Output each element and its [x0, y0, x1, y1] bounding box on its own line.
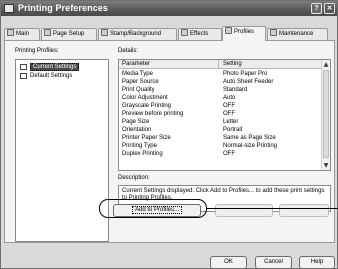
- description-label: Description:: [118, 175, 150, 181]
- scroll-thumb[interactable]: [323, 70, 329, 158]
- table-row: Printing Type Normal-size Printing: [122, 143, 278, 149]
- profile-label: Default Settings: [30, 73, 73, 79]
- printing-preferences-window: Printing Preferences ? ✕ Main Page Setup…: [0, 0, 338, 269]
- tab-page-setup[interactable]: Page Setup: [41, 28, 97, 40]
- table-row: Printer Paper Size Same as Page Size: [122, 135, 276, 141]
- tab-label: Profiles: [234, 29, 255, 35]
- callout-highlight: [99, 199, 207, 218]
- profile-icon: [20, 64, 27, 70]
- tab-strip: Main Page Setup Stamp/Background Effects…: [4, 26, 334, 41]
- help-button[interactable]: Help: [299, 256, 335, 269]
- printing-profiles-label: Printing Profiles:: [15, 48, 59, 54]
- tab-stamp-background[interactable]: Stamp/Background: [98, 28, 177, 40]
- tab-label: Stamp/Background: [110, 31, 162, 37]
- table-row: Orientation Portrait: [122, 127, 243, 133]
- table-row: Paper Source Auto Sheet Feeder: [122, 79, 274, 85]
- details-table[interactable]: Parameter Setting Media Type Photo Paper …: [118, 59, 331, 171]
- profile-current-settings[interactable]: Current Settings: [19, 63, 80, 71]
- printer-icon: [4, 4, 14, 13]
- profile-default-settings[interactable]: Default Settings: [19, 72, 72, 80]
- table-row: Preview before printing OFF: [122, 111, 235, 117]
- effects-icon: [181, 29, 188, 36]
- tab-label: Page Setup: [53, 31, 85, 37]
- column-header-parameter: Parameter: [122, 61, 151, 67]
- table-row: Print Quality Standard: [122, 87, 248, 93]
- callout-leader-line: [207, 208, 338, 209]
- tab-main[interactable]: Main: [4, 28, 40, 40]
- profile-label: Current Settings: [30, 63, 80, 71]
- ok-button[interactable]: OK: [210, 256, 247, 269]
- maintenance-icon: [270, 29, 277, 36]
- profile-icon: [20, 73, 27, 79]
- stamp-icon: [101, 29, 108, 36]
- tab-label: Effects: [190, 31, 209, 37]
- tab-profiles[interactable]: Profiles: [222, 26, 266, 41]
- title-bar[interactable]: Printing Preferences ? ✕: [1, 1, 337, 16]
- column-header-setting: Setting: [223, 61, 242, 67]
- main-tab-icon: [7, 29, 14, 36]
- help-title-button[interactable]: ?: [311, 3, 322, 14]
- tab-effects[interactable]: Effects: [178, 28, 222, 40]
- window-title: Printing Preferences: [18, 3, 109, 13]
- scroll-down-icon[interactable]: ▼: [322, 161, 330, 170]
- details-header: Parameter Setting: [119, 60, 322, 69]
- table-row: Duplex Printing OFF: [122, 151, 235, 157]
- disabled-button: [215, 204, 273, 217]
- table-row: Media Type Photo Paper Pro: [122, 71, 268, 77]
- profiles-icon: [225, 27, 232, 34]
- tab-label: Maintenance: [279, 31, 314, 37]
- close-button[interactable]: ✕: [324, 3, 335, 14]
- printing-profiles-list[interactable]: Current Settings Default Settings: [15, 59, 109, 242]
- page-setup-icon: [44, 29, 51, 36]
- table-row: Page Size Letter: [122, 119, 239, 125]
- cancel-button[interactable]: Cancel: [255, 256, 292, 269]
- scroll-up-icon[interactable]: ▲: [322, 60, 330, 69]
- details-scrollbar[interactable]: ▲ ▼: [321, 60, 330, 170]
- tab-maintenance[interactable]: Maintenance: [267, 28, 328, 40]
- disabled-button: [279, 204, 329, 217]
- tab-label: Main: [16, 31, 30, 37]
- details-label: Details:: [118, 48, 139, 54]
- column-divider: [218, 60, 219, 69]
- table-row: Color Adjustment Auto: [122, 95, 236, 101]
- table-row: Grayscale Printing OFF: [122, 103, 235, 109]
